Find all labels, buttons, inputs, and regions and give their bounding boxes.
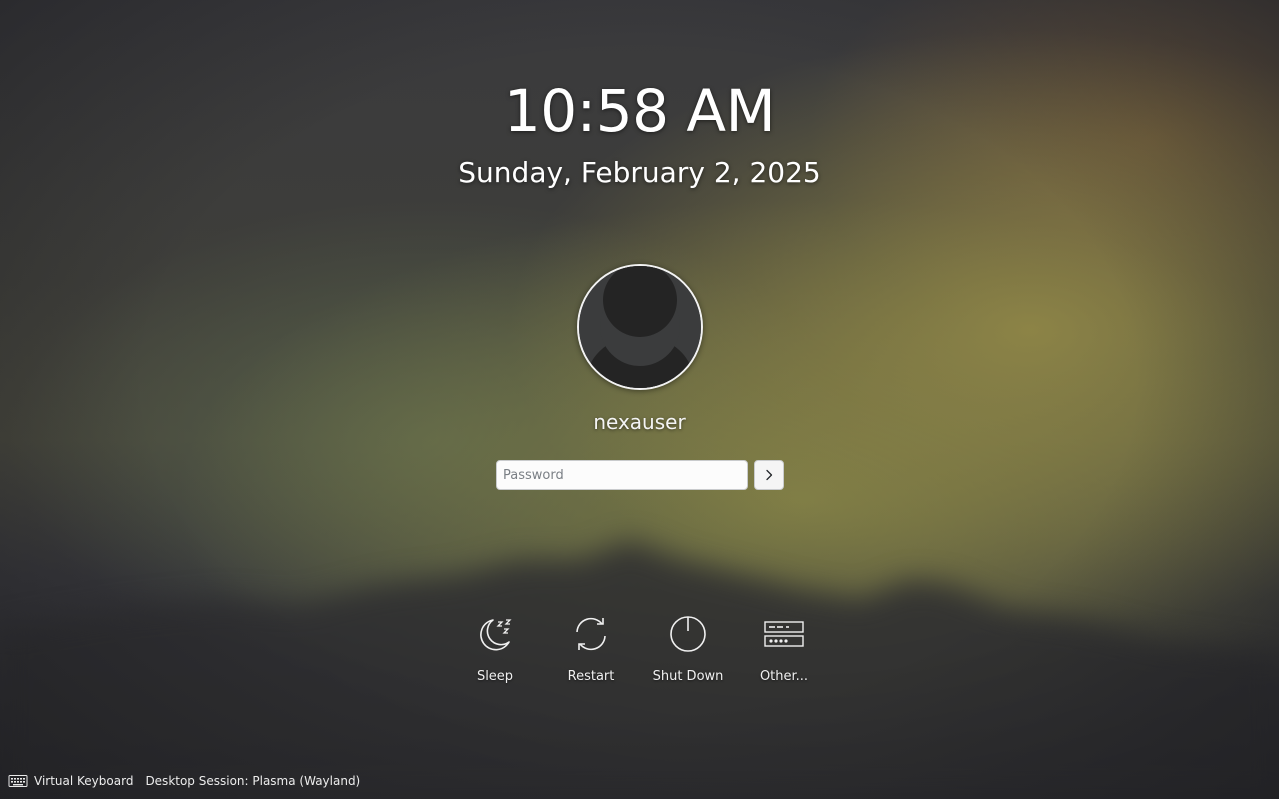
password-input[interactable] [496,460,748,490]
shutdown-label: Shut Down [652,669,724,684]
restart-icon [576,617,606,651]
desktop-session-label: Desktop Session: Plasma (Wayland) [145,774,361,788]
virtual-keyboard-button[interactable]: Virtual Keyboard [8,774,133,788]
sleep-label: Sleep [476,669,514,684]
clock-time: 10:58 AM [503,77,776,145]
footer-bar: Virtual Keyboard Desktop Session: Plasma… [8,770,372,792]
desktop-session-selector[interactable]: Desktop Session: Plasma (Wayland) [145,774,360,788]
user-avatar[interactable] [577,264,703,390]
lock-screen: 10:58 AM Sunday, February 2, 2025 nexaus… [0,0,1279,799]
sleep-icon [480,619,512,651]
restart-label: Restart [567,669,615,684]
sleep-button[interactable]: Sleep [447,612,543,686]
shutdown-icon [670,616,706,652]
clock-date: Sunday, February 2, 2025 [458,156,821,189]
virtual-keyboard-label: Virtual Keyboard [34,774,134,788]
user-avatar-placeholder-icon [579,266,701,388]
username-label: nexauser [593,410,686,434]
other-sessions-label: Other... [759,669,809,684]
restart-button[interactable]: Restart [543,612,639,686]
other-sessions-button[interactable]: Other... [736,612,832,686]
other-sessions-icon [764,621,804,647]
chevron-right-icon [766,469,773,481]
keyboard-icon [8,775,28,787]
login-submit-button[interactable] [754,460,784,490]
shutdown-button[interactable]: Shut Down [640,612,736,686]
